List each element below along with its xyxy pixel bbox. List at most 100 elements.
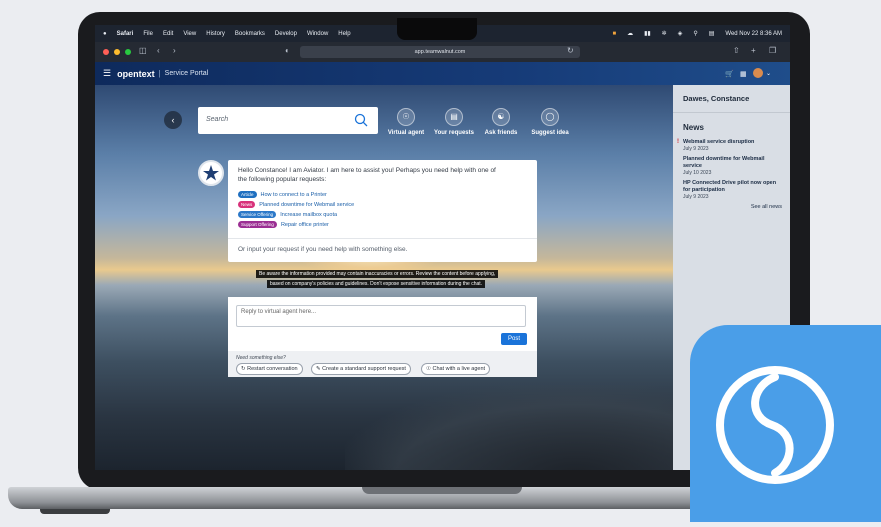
quick-action-your-requests[interactable]: ▤ Your requests <box>429 108 479 136</box>
menu-develop[interactable]: Develop <box>275 31 297 37</box>
news-item-title: HP Connected Drive pilot now open for pa… <box>683 180 777 193</box>
support-request-label: Create a standard support request <box>322 366 406 372</box>
privacy-shield-icon[interactable]: ◐ <box>285 46 290 55</box>
request-suggestion[interactable]: Service Offering Increase mailbox quota <box>228 211 537 218</box>
calendar-icon[interactable]: ▦ <box>740 70 747 78</box>
request-link[interactable]: How to connect to a Printer <box>261 192 327 198</box>
chevron-down-icon[interactable]: ⌄ <box>766 70 771 77</box>
sidebar-toggle-icon[interactable]: ◫ <box>139 46 147 55</box>
disclaimer-line-1: Be aware the information provided may co… <box>256 270 499 278</box>
wifi-icon[interactable]: ◈ <box>678 30 683 37</box>
live-agent-button[interactable]: ☉ Chat with a live agent <box>421 363 491 375</box>
people-icon: ☯ <box>492 108 510 126</box>
headset-icon: ☉ <box>426 366 431 372</box>
status-app-icon[interactable]: ■ <box>612 31 616 37</box>
safari-toolbar: ◫ ‹ › ◐ app.teamwalnut.com ↻ ⇧ + ❐ <box>95 42 790 62</box>
pencil-icon: ✎ <box>316 366 321 372</box>
cart-icon[interactable]: 🛒 <box>725 70 734 78</box>
brand-logo[interactable]: opentext <box>117 69 155 79</box>
zoom-window-icon[interactable] <box>125 49 131 55</box>
back-arrow-icon[interactable]: ‹ <box>157 46 160 55</box>
news-item-title: Planned downtime for Webmail service <box>683 156 765 169</box>
alert-icon: ! <box>677 139 679 145</box>
laptop-foot <box>40 509 110 514</box>
forward-arrow-icon[interactable]: › <box>173 46 176 55</box>
menu-file[interactable]: File <box>143 31 153 37</box>
reply-input[interactable]: Reply to virtual agent here... <box>236 305 526 327</box>
news-item[interactable]: HP Connected Drive pilot now open for pa… <box>673 176 790 200</box>
divider <box>228 238 537 239</box>
alternate-prompt: Or input your request if you need help w… <box>238 246 408 253</box>
news-item[interactable]: ! Webmail service disruption July 9 2023 <box>673 135 790 152</box>
user-avatar[interactable] <box>753 68 763 78</box>
address-bar-url: app.teamwalnut.com <box>414 49 466 55</box>
quick-action-ask-friends[interactable]: ☯ Ask friends <box>476 108 526 136</box>
menu-edit[interactable]: Edit <box>163 31 173 37</box>
request-link[interactable]: Repair office printer <box>281 222 329 228</box>
aviator-avatar <box>198 160 224 186</box>
restart-icon: ↻ <box>241 366 246 372</box>
quick-action-virtual-agent[interactable]: ☉ Virtual agent <box>381 108 431 136</box>
new-tab-icon[interactable]: + <box>751 46 756 55</box>
cloud-icon[interactable]: ☁ <box>627 30 633 37</box>
swirl-logo-icon <box>716 366 834 484</box>
control-center-icon[interactable]: ▤ <box>709 30 715 37</box>
request-suggestion[interactable]: News Planned downtime for Webmail servic… <box>228 201 537 208</box>
spotlight-search-icon[interactable]: ⚲ <box>693 30 697 37</box>
brand-divider: | <box>158 69 161 78</box>
news-item-title: Webmail service disruption <box>683 139 755 145</box>
camera-notch <box>397 18 477 40</box>
badge-support-offering: Support Offering <box>238 221 277 228</box>
menu-history[interactable]: History <box>206 31 225 37</box>
disclaimer-line-2: based on company's policies and guidelin… <box>267 280 486 288</box>
post-button[interactable]: Post <box>501 333 527 345</box>
news-item[interactable]: Planned downtime for Webmail service Jul… <box>673 152 790 176</box>
restart-conversation-button[interactable]: ↻ Restart conversation <box>236 363 303 375</box>
chevron-left-icon: ‹ <box>171 115 175 125</box>
menu-window[interactable]: Window <box>307 31 328 37</box>
back-button[interactable]: ‹ <box>164 111 182 129</box>
chat-greeting: Hello Constance! I am Aviator. I am here… <box>238 167 496 183</box>
bluetooth-icon[interactable]: ✲ <box>662 30 667 37</box>
apple-menu-icon[interactable]: ● <box>103 31 107 37</box>
create-support-request-button[interactable]: ✎ Create a standard support request <box>311 363 411 375</box>
headset-icon: ☉ <box>397 108 415 126</box>
menu-safari[interactable]: Safari <box>117 31 134 37</box>
reply-panel: Reply to virtual agent here... Post <box>228 297 537 351</box>
close-window-icon[interactable] <box>103 49 109 55</box>
menu-bookmarks[interactable]: Bookmarks <box>235 31 265 37</box>
chat-message-card: Hello Constance! I am Aviator. I am here… <box>228 160 537 262</box>
menu-view[interactable]: View <box>183 31 196 37</box>
quick-action-label: Ask friends <box>484 130 518 136</box>
request-suggestion[interactable]: Support Offering Repair office printer <box>228 221 537 228</box>
hamburger-menu-icon[interactable]: ☰ <box>103 68 111 79</box>
menubar-clock: Wed Nov 22 8:36 AM <box>725 30 782 37</box>
pebble-shore <box>345 385 675 470</box>
battery-icon[interactable]: ▮▮ <box>644 30 651 37</box>
tab-overview-icon[interactable]: ❐ <box>769 46 776 55</box>
request-link[interactable]: Increase mailbox quota <box>280 212 337 218</box>
reply-placeholder: Reply to virtual agent here... <box>241 309 317 315</box>
live-agent-label: Chat with a live agent <box>432 366 486 372</box>
address-bar[interactable]: app.teamwalnut.com <box>300 46 580 58</box>
menu-help[interactable]: Help <box>338 31 350 37</box>
base-groove <box>362 487 522 494</box>
minimize-window-icon[interactable] <box>114 49 120 55</box>
search-icon[interactable] <box>354 113 368 132</box>
badge-news: News <box>238 201 256 208</box>
search-input[interactable]: Search <box>198 107 378 134</box>
request-suggestion[interactable]: Article How to connect to a Printer <box>228 191 537 198</box>
reload-icon[interactable]: ↻ <box>567 46 574 55</box>
request-link[interactable]: Planned downtime for Webmail service <box>259 202 354 208</box>
share-icon[interactable]: ⇧ <box>733 46 740 55</box>
see-all-news-link[interactable]: See all news <box>673 204 790 210</box>
chat-actions-bar: Need something else? ↻ Restart conversat… <box>228 351 537 377</box>
quick-action-label: Virtual agent <box>387 130 425 136</box>
aviator-star-icon <box>203 165 219 181</box>
user-name: Dawes, Constance <box>673 85 790 113</box>
quick-action-label: Your requests <box>434 130 474 136</box>
quick-action-suggest-idea[interactable]: ◯ Suggest idea <box>525 108 575 136</box>
app-logo-tile <box>690 325 881 522</box>
need-help-label: Need something else? <box>236 355 286 361</box>
news-item-date: July 9 2023 <box>683 194 709 200</box>
